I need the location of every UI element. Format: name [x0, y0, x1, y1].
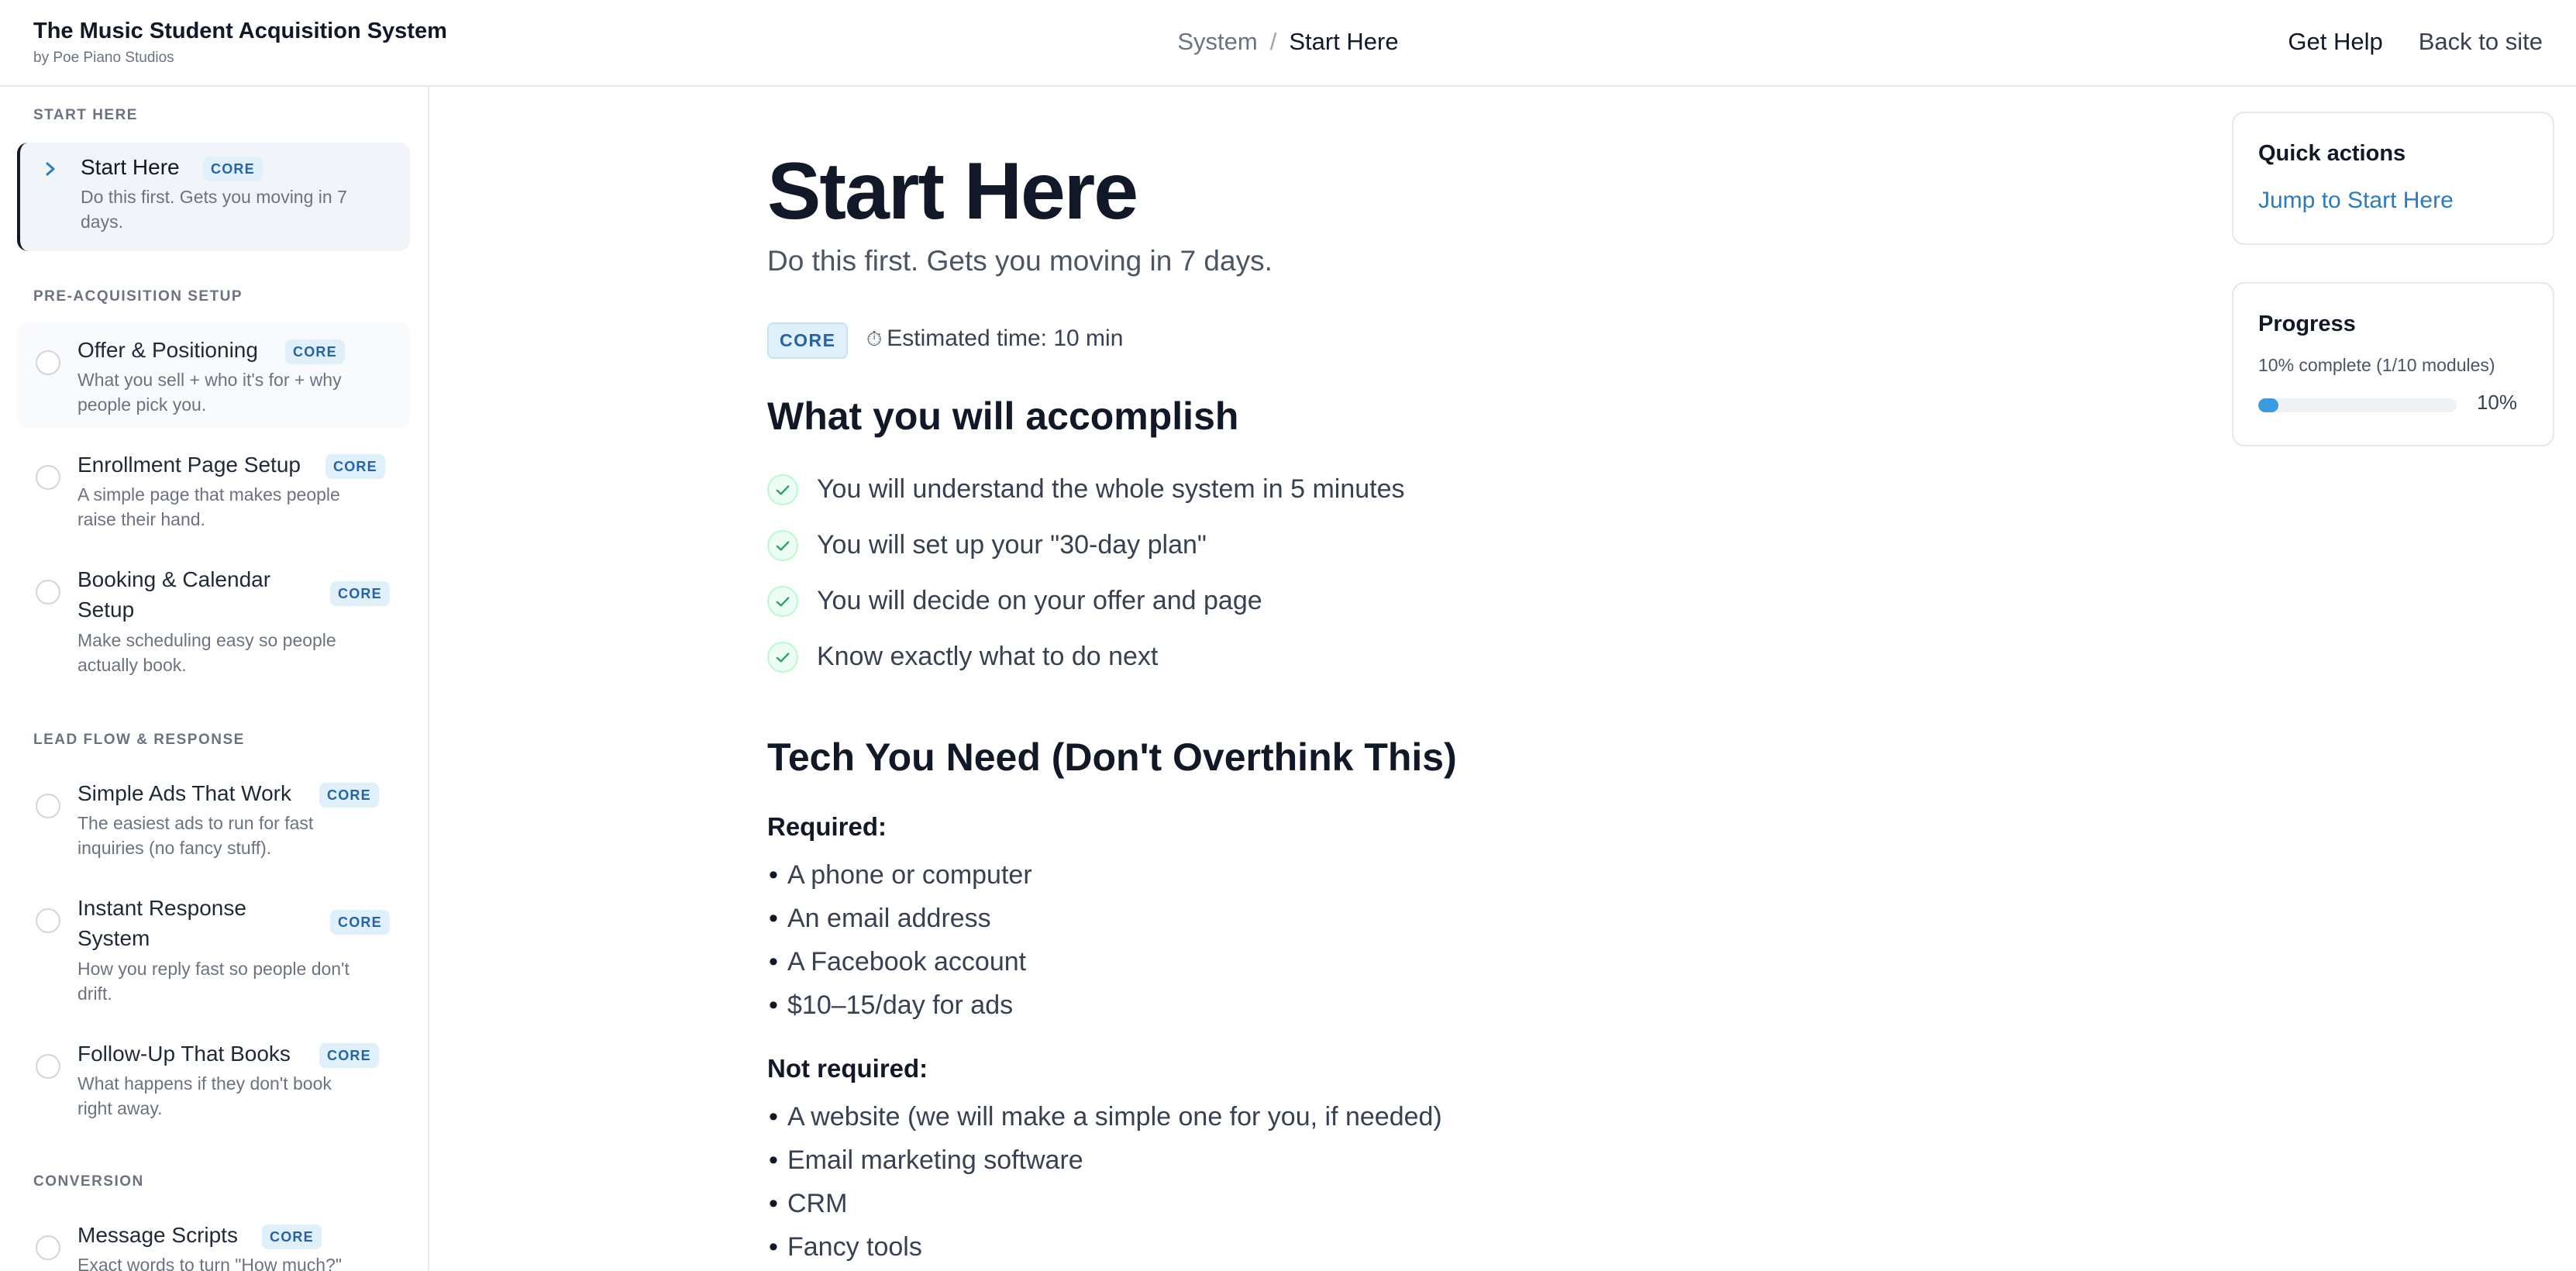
required-item: An email address [769, 904, 991, 934]
sidebar-item-desc: inquiries (no fancy stuff). [77, 838, 272, 858]
sidebar-item-title: Booking & Calendar [77, 567, 271, 591]
core-badge: CORE [285, 339, 345, 364]
progress-text: 10% complete (1/10 modules) [2258, 355, 2495, 375]
required-label: Required: [767, 812, 887, 841]
page-title: Start Here [767, 146, 1138, 236]
core-badge: CORE [767, 322, 849, 359]
sidebar-item-follow-up[interactable]: Follow-Up That Books CORE What happens i… [17, 1026, 410, 1132]
sidebar-item-desc: right away. [77, 1098, 163, 1118]
sidebar-item-desc: Make scheduling easy so people [77, 630, 336, 650]
breadcrumb: System / Start Here [0, 28, 2576, 56]
accomplish-heading: What you will accomplish [767, 394, 1239, 438]
sidebar-item-desc: The easiest ads to run for fast [77, 813, 314, 833]
core-badge: CORE [262, 1224, 322, 1249]
sidebar-item-title: Offer & Positioning [77, 338, 258, 362]
sidebar-item-desc: Exact words to turn "How much?" [77, 1255, 343, 1271]
not-required-item: Fancy tools [769, 1232, 922, 1262]
sidebar-item-title: Message Scripts [77, 1223, 238, 1247]
radio-empty-icon [36, 908, 60, 933]
progress-card: Progress 10% complete (1/10 modules) 10% [2232, 282, 2554, 446]
accomplish-item-text: You will set up your "30-day plan" [817, 530, 1207, 560]
sidebar-item-title: System [77, 926, 150, 950]
sidebar-item-enrollment-page[interactable]: Enrollment Page Setup CORE A simple page… [17, 437, 410, 542]
radio-empty-icon [36, 580, 60, 604]
sidebar-item-instant-response[interactable]: Instant Response System CORE How you rep… [17, 880, 410, 1017]
breadcrumb-current: Start Here [1289, 28, 1399, 55]
core-badge: CORE [319, 1043, 379, 1068]
not-required-item: Email marketing software [769, 1145, 1083, 1176]
top-header: The Music Student Acquisition System by … [0, 0, 2576, 87]
progress-title: Progress [2258, 312, 2356, 336]
sidebar-item-desc: How you reply fast so people don't [77, 959, 350, 979]
core-badge: CORE [330, 581, 390, 606]
check-circle-icon [767, 530, 798, 561]
quick-actions-card: Quick actions Jump to Start Here [2232, 112, 2554, 245]
chevron-right-icon [46, 162, 55, 176]
sidebar-item-desc: actually book. [77, 655, 187, 675]
check-circle-icon [767, 586, 798, 617]
sidebar-item-desc: people pick you. [77, 394, 207, 415]
sidebar-item-desc: What you sell + who it's for + why [77, 370, 342, 390]
radio-empty-icon [36, 1054, 60, 1079]
core-badge: CORE [203, 157, 263, 181]
not-required-label: Not required: [767, 1054, 928, 1083]
sidebar-item-start-here[interactable]: Start Here CORE Do this first. Gets you … [17, 143, 410, 251]
core-badge: CORE [319, 783, 379, 808]
get-help-link[interactable]: Get Help [2288, 28, 2382, 55]
radio-empty-icon [36, 350, 60, 375]
header-links: Get Help Back to site [2252, 28, 2543, 56]
radio-empty-icon [36, 465, 60, 490]
module-sidebar[interactable]: START HERE Start Here CORE Do this first… [0, 87, 429, 1271]
sidebar-item-booking-calendar[interactable]: Booking & Calendar Setup CORE Make sched… [17, 552, 410, 698]
sidebar-item-offer-positioning[interactable]: Offer & Positioning CORE What you sell +… [17, 322, 410, 428]
progress-percent: 10% [2476, 391, 2517, 414]
back-to-site-link[interactable]: Back to site [2419, 28, 2543, 55]
sidebar-item-title: Setup [77, 598, 135, 622]
page-subtitle: Do this first. Gets you moving in 7 days… [767, 245, 1273, 277]
accomplish-item-text: You will understand the whole system in … [817, 474, 1405, 504]
section-title-lead-flow: LEAD FLOW & RESPONSE [33, 732, 245, 748]
core-badge: CORE [325, 454, 385, 479]
progress-bar-fill [2258, 398, 2278, 412]
not-required-item: CRM [769, 1189, 848, 1219]
quick-actions-title: Quick actions [2258, 141, 2406, 166]
accomplish-item-text: You will decide on your offer and page [817, 586, 1262, 615]
sidebar-item-simple-ads[interactable]: Simple Ads That Work CORE The easiest ad… [17, 766, 410, 871]
breadcrumb-system-link[interactable]: System [1177, 28, 1257, 55]
tech-heading: Tech You Need (Don't Overthink This) [767, 735, 1457, 779]
sidebar-item-title: Instant Response [77, 896, 246, 920]
jump-to-start-here-link[interactable]: Jump to Start Here [2258, 188, 2454, 214]
sidebar-item-message-scripts[interactable]: Message Scripts CORE Exact words to turn… [17, 1207, 410, 1271]
section-title-pre-acquisition: PRE-ACQUISITION SETUP [33, 288, 243, 305]
progress-bar [2258, 398, 2457, 412]
estimated-time: ⏱ Estimated time: 10 min [866, 326, 1123, 352]
sidebar-item-desc: What happens if they don't book [77, 1073, 332, 1094]
check-circle-icon [767, 642, 798, 673]
sidebar-item-desc: days. [81, 212, 123, 232]
required-item: A phone or computer [769, 860, 1032, 890]
estimated-time-text: Estimated time: 10 min [887, 326, 1124, 351]
breadcrumb-separator: / [1269, 28, 1277, 55]
not-required-item: A website (we will make a simple one for… [769, 1102, 1442, 1132]
required-item: $10–15/day for ads [769, 990, 1013, 1021]
section-title-start-here: START HERE [33, 107, 138, 123]
section-title-conversion: CONVERSION [33, 1173, 144, 1190]
radio-empty-icon [36, 794, 60, 818]
sidebar-item-title: Simple Ads That Work [77, 781, 291, 805]
sidebar-item-desc: raise their hand. [77, 509, 205, 529]
sidebar-item-title: Follow-Up That Books [77, 1042, 291, 1066]
sidebar-item-title: Start Here [81, 155, 180, 179]
sidebar-item-title: Enrollment Page Setup [77, 453, 301, 477]
core-badge: CORE [330, 910, 390, 935]
sidebar-item-desc: drift. [77, 983, 112, 1004]
accomplish-item-text: Know exactly what to do next [817, 642, 1159, 671]
sidebar-item-desc: A simple page that makes people [77, 484, 340, 505]
stopwatch-icon: ⏱ [866, 327, 883, 350]
sidebar-item-desc: Do this first. Gets you moving in 7 [81, 187, 347, 207]
radio-empty-icon [36, 1235, 60, 1260]
check-circle-icon [767, 474, 798, 505]
required-item: A Facebook account [769, 947, 1026, 977]
